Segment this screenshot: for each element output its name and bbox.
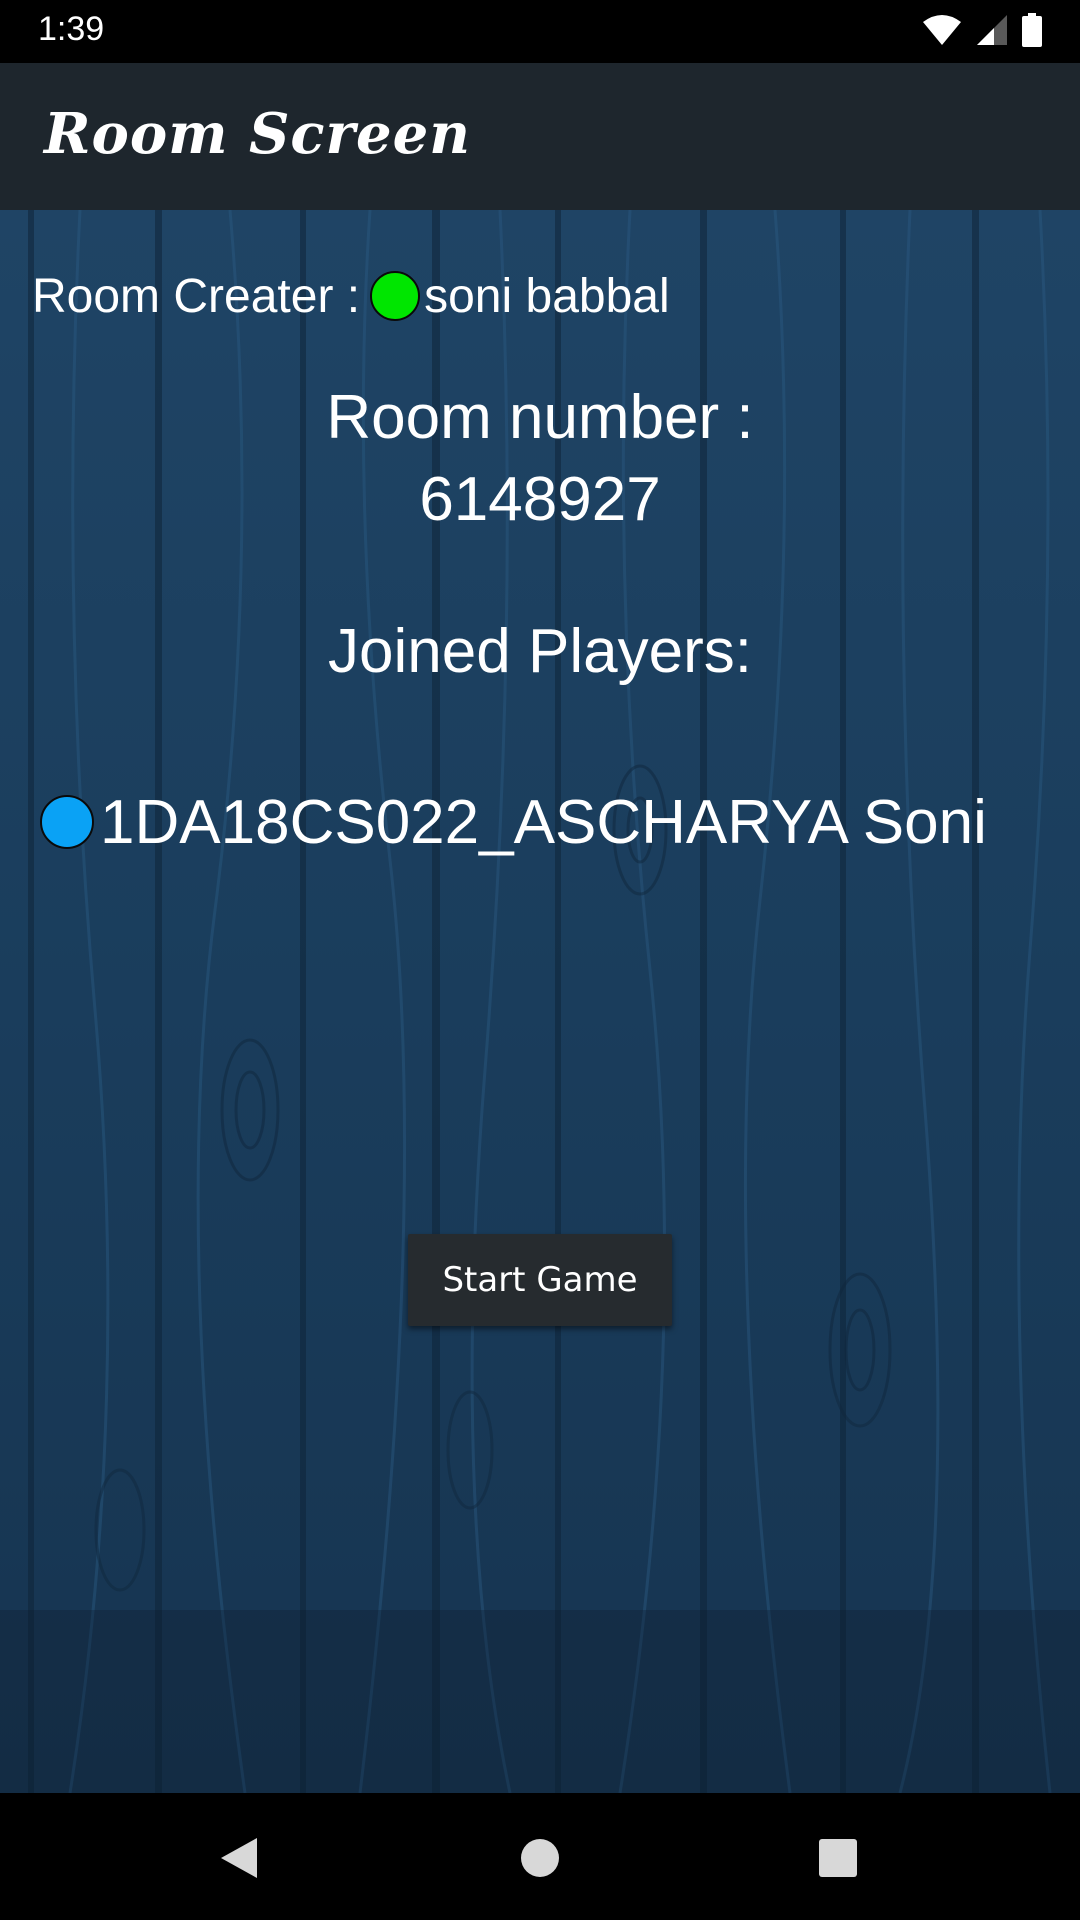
navigation-bar [0, 1793, 1080, 1920]
player-status-dot [40, 795, 94, 849]
app-bar: Room Screen [0, 63, 1080, 210]
room-content: Room Creater : soni babbal Room number :… [0, 210, 1080, 1793]
signal-icon [976, 14, 1008, 50]
back-icon[interactable] [204, 1823, 274, 1893]
room-creator-name: soni babbal [424, 269, 670, 323]
status-time: 1:39 [38, 10, 105, 48]
status-bar: 1:39 [0, 0, 1080, 63]
battery-icon [1022, 13, 1042, 51]
room-number-value: 6148927 [419, 465, 661, 534]
joined-players-label: Joined Players: [328, 617, 752, 686]
creator-status-dot [370, 271, 421, 321]
recents-icon[interactable] [803, 1823, 873, 1893]
room-creator-row: Room Creater : soni babbal [32, 266, 670, 326]
start-game-button[interactable]: Start Game [408, 1234, 672, 1326]
list-item: 1DA18CS022_ASCHARYA Soni [40, 782, 987, 862]
wifi-icon [922, 14, 962, 50]
home-icon[interactable] [505, 1823, 575, 1893]
room-creator-label: Room Creater : [32, 269, 361, 323]
screen-title: Room Screen [44, 101, 472, 167]
player-name: 1DA18CS022_ASCHARYA Soni [100, 787, 987, 857]
status-icons [922, 13, 1042, 51]
room-number-label: Room number : [326, 383, 754, 452]
